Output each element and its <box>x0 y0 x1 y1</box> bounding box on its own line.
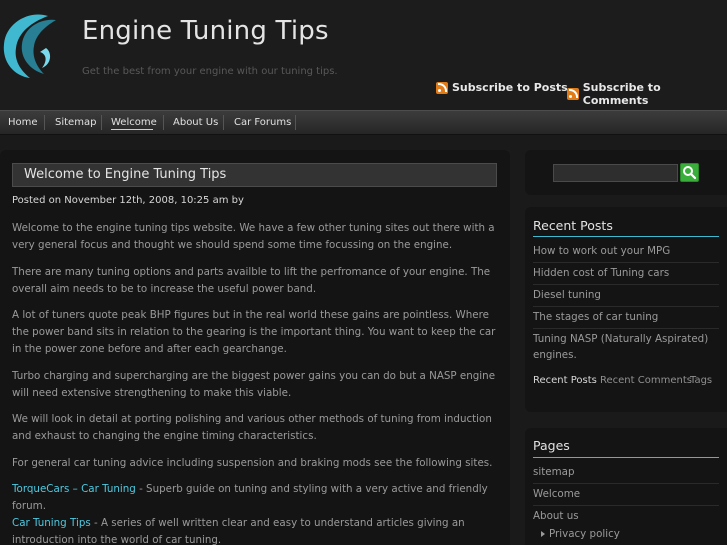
page-link-privacy-policy[interactable]: Privacy policy <box>541 526 727 542</box>
subscribe-comments-link[interactable]: Subscribe to Comments <box>567 81 727 107</box>
post-paragraph: For general car tuning advice including … <box>12 456 493 469</box>
heading-rule <box>533 236 719 237</box>
nav-item-welcome[interactable]: Welcome <box>111 111 157 134</box>
subscribe-comments-label: Subscribe to Comments <box>582 81 661 107</box>
site-header: Engine Tuning Tips Get the best from you… <box>0 0 727 110</box>
logo-icon[interactable] <box>0 8 64 80</box>
tab-tags[interactable]: Tags <box>690 375 712 386</box>
post-link-paragraph: TorqueCars – Car Tuning - Superb guide o… <box>12 481 496 545</box>
nav-separator <box>101 115 102 130</box>
search-button[interactable] <box>680 163 699 182</box>
post-paragraph: There are many tuning options and parts … <box>12 265 491 295</box>
nav-active-indicator <box>111 129 153 130</box>
site-title[interactable]: Engine Tuning Tips <box>82 16 329 46</box>
subscribe-posts-label: Subscribe to Posts <box>452 81 568 94</box>
torquecars-link[interactable]: TorqueCars – Car Tuning <box>12 483 136 495</box>
post-paragraph: Turbo charging and supercharging are the… <box>12 369 496 399</box>
nav-item-car-forums[interactable]: Car Forums <box>234 111 291 134</box>
pages-widget: Pages sitemap Welcome About us Privacy p… <box>525 428 727 545</box>
nav-separator <box>163 115 164 130</box>
nav-item-home[interactable]: Home <box>8 111 38 134</box>
post-paragraph: Welcome to the engine tuning tips websit… <box>12 222 495 251</box>
page-link-about-us[interactable]: About us <box>533 508 719 524</box>
main-nav: Home Sitemap Welcome About Us Car Forums <box>0 110 727 135</box>
site-description: Get the best from your engine with our t… <box>82 66 338 77</box>
rss-icon <box>567 88 579 100</box>
subscribe-posts-link[interactable]: Subscribe to Posts <box>436 81 568 94</box>
recent-posts-heading: Recent Posts <box>533 218 613 233</box>
search-widget <box>525 150 727 195</box>
pages-heading: Pages <box>533 438 570 453</box>
list-divider <box>533 505 719 506</box>
list-divider <box>533 284 719 285</box>
main-content: Welcome to Engine Tuning Tips Posted on … <box>0 150 510 545</box>
post-paragraph: We will look in detail at porting polish… <box>12 413 492 442</box>
recent-post-link[interactable]: How to work out your MPG <box>533 243 719 259</box>
list-divider <box>533 306 719 307</box>
nav-separator <box>295 115 296 130</box>
post-body: Welcome to the engine tuning tips websit… <box>12 220 496 545</box>
nav-separator <box>44 115 45 130</box>
recent-post-link[interactable]: Diesel tuning <box>533 287 719 303</box>
page-link-welcome[interactable]: Welcome <box>533 486 719 502</box>
heading-rule <box>533 457 719 458</box>
list-divider <box>533 262 719 263</box>
search-input[interactable] <box>553 164 678 182</box>
list-divider <box>533 328 719 329</box>
rss-icon <box>436 81 448 94</box>
recent-post-link[interactable]: Tuning NASP (Naturally Aspirated) engine… <box>533 331 719 363</box>
tab-recent-comments[interactable]: Recent Comments <box>600 375 692 386</box>
tab-recent-posts[interactable]: Recent Posts <box>533 375 597 386</box>
post-paragraph: A lot of tuners quote peak BHP figures b… <box>12 309 496 355</box>
recent-post-link[interactable]: The stages of car tuning <box>533 309 719 325</box>
page-link-sitemap[interactable]: sitemap <box>533 464 719 480</box>
post-meta: Posted on November 12th, 2008, 10:25 am … <box>12 195 244 206</box>
nav-item-about-us[interactable]: About Us <box>173 111 218 134</box>
recent-post-link[interactable]: Hidden cost of Tuning cars <box>533 265 719 281</box>
car-tuning-tips-link[interactable]: Car Tuning Tips <box>12 517 91 529</box>
list-divider <box>533 483 719 484</box>
nav-separator <box>223 115 224 130</box>
search-icon <box>683 166 697 180</box>
recent-posts-widget: Recent Posts How to work out your MPG Hi… <box>525 207 727 412</box>
post-title[interactable]: Welcome to Engine Tuning Tips <box>12 163 497 187</box>
privacy-policy-label: Privacy policy <box>549 528 620 540</box>
nav-item-sitemap[interactable]: Sitemap <box>55 111 96 134</box>
caret-right-icon <box>541 531 545 537</box>
